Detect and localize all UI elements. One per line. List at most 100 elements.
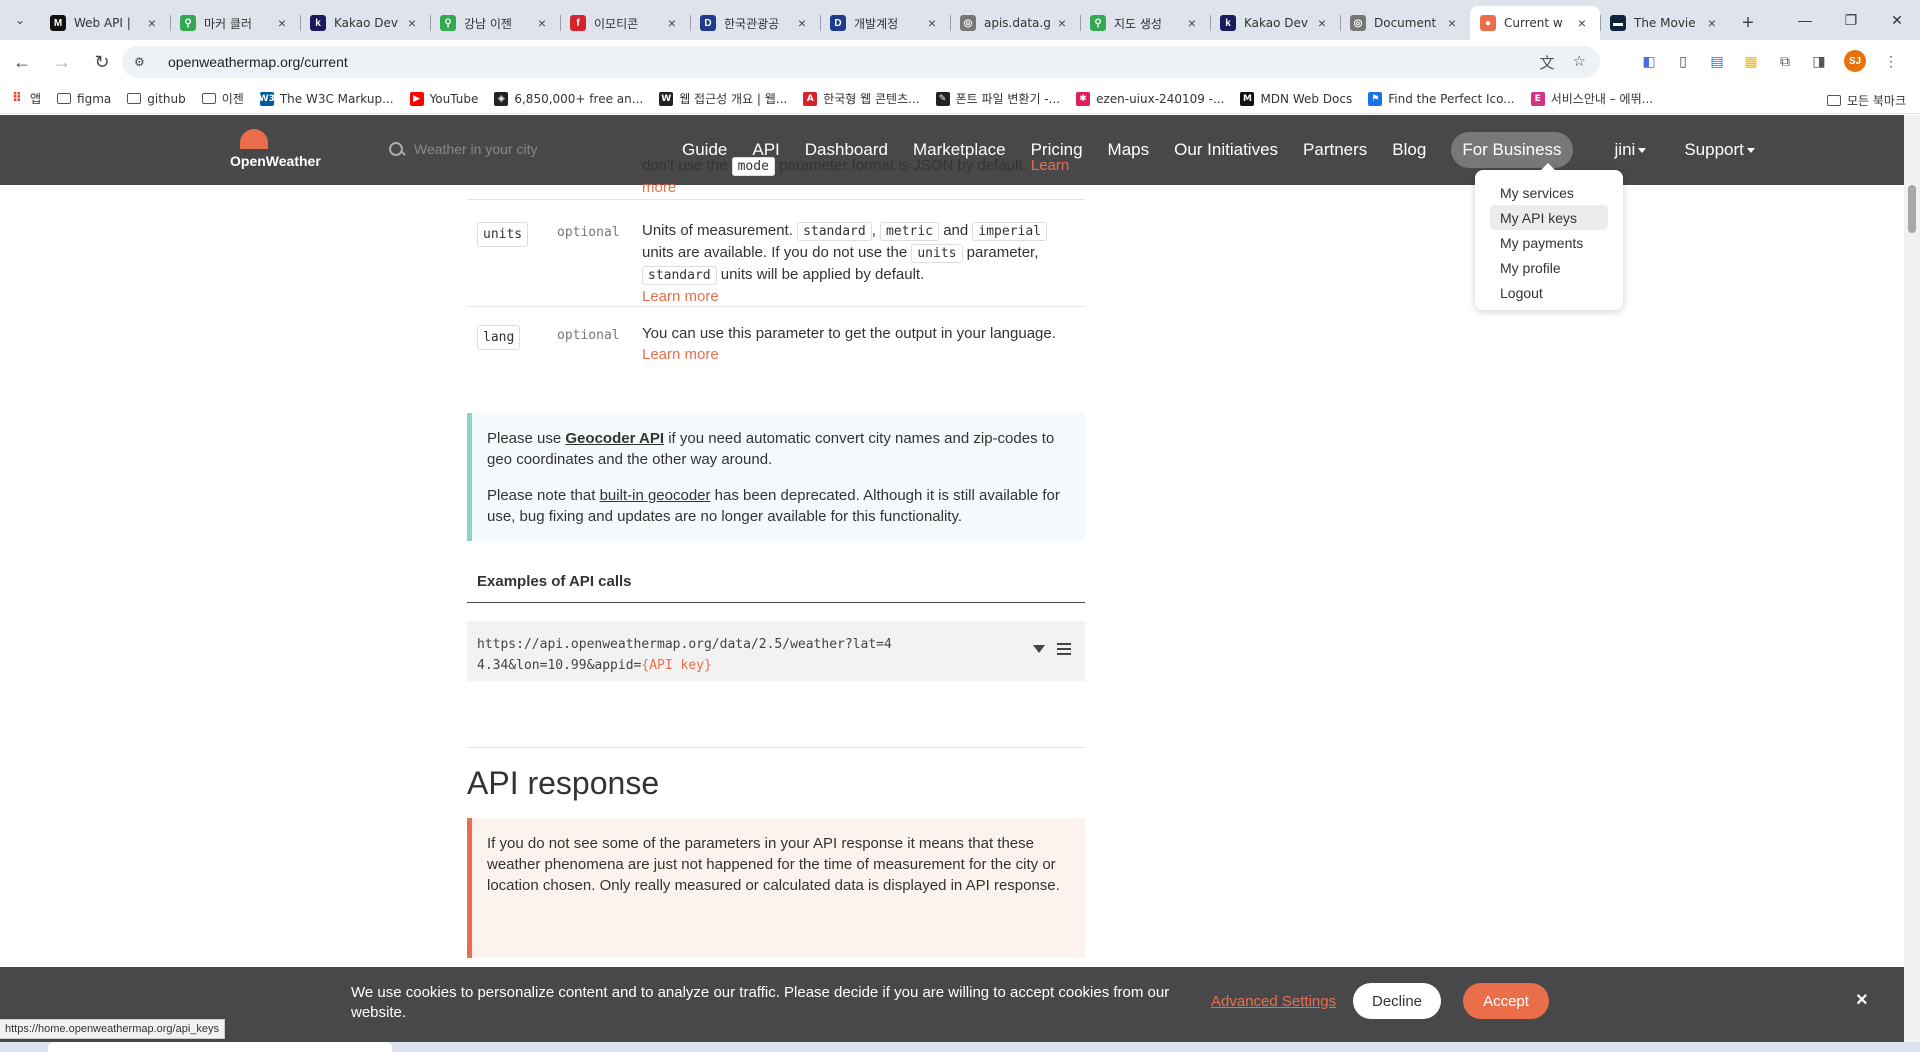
all-bookmarks[interactable]: 모든 북마크 [1826, 92, 1906, 109]
tab-title: The Movie [1634, 16, 1696, 30]
minimize-icon[interactable]: — [1782, 0, 1828, 40]
back-icon[interactable]: ← [4, 44, 40, 80]
user-menu-item[interactable]: My services [1490, 180, 1608, 205]
tab-close-icon[interactable]: × [274, 15, 290, 31]
apps-grid-icon: ⠿ [11, 91, 23, 106]
nav-item-partners[interactable]: Partners [1303, 140, 1367, 160]
code-units: units [911, 244, 963, 263]
tab-close-icon[interactable]: × [1314, 15, 1330, 31]
user-menu-toggle[interactable]: jini [1615, 140, 1647, 160]
api-response-heading: API response [467, 765, 660, 801]
browser-tab[interactable]: ▬ The Movie × [1600, 6, 1730, 40]
address-bar[interactable]: ⚙ openweathermap.org/current 文 ☆ [122, 46, 1600, 78]
scroll-thumb[interactable] [1908, 185, 1916, 233]
browser-tab[interactable]: D 개발계정 × [820, 6, 950, 40]
nav-item-our-initiatives[interactable]: Our Initiatives [1174, 140, 1278, 160]
tab-close-icon[interactable]: × [664, 15, 680, 31]
support-menu-toggle[interactable]: Support [1684, 140, 1755, 160]
param-name: lang [477, 325, 521, 350]
tab-close-icon[interactable]: × [924, 15, 940, 31]
extension-icon[interactable]: ◧ [1640, 52, 1658, 70]
openweather-logo[interactable]: OpenWeather [230, 129, 330, 173]
browser-tab[interactable]: k Kakao Dev × [300, 6, 430, 40]
desc-text: don't use the [642, 157, 728, 174]
tab-close-icon[interactable]: × [1184, 15, 1200, 31]
extension-icon[interactable]: ▤ [1708, 52, 1726, 70]
menu-icon[interactable] [1057, 643, 1071, 655]
accept-button[interactable]: Accept [1463, 983, 1549, 1019]
tab-close-icon[interactable]: × [1054, 15, 1070, 31]
bookmark-item[interactable]: ⚑ Find the Perfect Ico... [1368, 91, 1515, 106]
close-cookie-icon[interactable]: × [1856, 989, 1868, 1012]
bookmark-item[interactable]: ✎ 폰트 파일 변환기 -... [935, 90, 1060, 107]
param-row-units: units optional Units of measurement. sta… [467, 200, 1085, 307]
bookmark-item[interactable]: A 한국형 웹 콘텐츠... [803, 90, 920, 107]
bookmark-item[interactable]: 이젠 [201, 90, 244, 107]
browser-tab[interactable]: f 이모티콘 × [560, 6, 690, 40]
bookmark-item[interactable]: github [127, 92, 186, 106]
tab-close-icon[interactable]: × [1704, 15, 1720, 31]
browser-tab[interactable]: ● Current w × [1470, 6, 1600, 40]
tab-close-icon[interactable]: × [404, 15, 420, 31]
extension-icon[interactable]: ▯ [1674, 52, 1692, 70]
tab-close-icon[interactable]: × [1444, 15, 1460, 31]
browser-tab[interactable]: M Web API | × [40, 6, 170, 40]
browser-tab[interactable]: k Kakao Dev × [1210, 6, 1340, 40]
translate-icon[interactable]: 文 [1540, 52, 1555, 73]
bookmark-item[interactable]: ⠿ 앱 [10, 90, 41, 107]
bookmark-item[interactable]: figma [57, 92, 111, 106]
bookmark-item[interactable]: W 웹 접근성 개요 | 웹... [659, 90, 787, 107]
bookmark-item[interactable]: ◈ 6,850,000+ free an... [494, 91, 643, 106]
bookmark-item[interactable]: W3 The W3C Markup... [259, 91, 394, 106]
bookmark-item[interactable]: E 서비스안내 – 에뛰... [1530, 90, 1654, 107]
advanced-settings-link[interactable]: Advanced Settings [1211, 993, 1336, 1010]
browser-tab[interactable]: ◎ Document × [1340, 6, 1470, 40]
browser-tab[interactable]: ⚲ 마커 클러 × [170, 6, 300, 40]
bookmark-star-icon[interactable]: ☆ [1573, 52, 1586, 73]
page-scrollbar[interactable] [1904, 115, 1920, 1052]
decline-button[interactable]: Decline [1353, 983, 1441, 1019]
restore-icon[interactable]: ❐ [1828, 0, 1874, 40]
built-in-geocoder-link[interactable]: built-in geocoder [600, 487, 711, 504]
learn-more-link[interactable]: Learn more [642, 346, 719, 363]
bookmark-favicon-icon: ✎ [935, 91, 950, 106]
browser-menu-icon[interactable]: ⋮ [1882, 52, 1900, 70]
learn-more-link[interactable]: Learn more [642, 288, 719, 305]
extension-icon[interactable]: ▦ [1742, 52, 1760, 70]
browser-tab[interactable]: ◎ apis.data.g × [950, 6, 1080, 40]
bookmark-label: 서비스안내 – 에뛰... [1550, 92, 1654, 106]
close-window-icon[interactable]: ✕ [1874, 0, 1920, 40]
tab-close-icon[interactable]: × [144, 15, 160, 31]
user-menu-item[interactable]: My payments [1490, 230, 1608, 255]
user-menu-item[interactable]: My API keys [1490, 205, 1608, 230]
expand-icon[interactable] [1033, 645, 1045, 653]
user-menu-dropdown: My services My API keys My payments My prof… [1475, 163, 1623, 310]
bookmark-item[interactable]: ✱ ezen-uiux-240109 -... [1076, 91, 1224, 106]
tab-close-icon[interactable]: × [1574, 15, 1590, 31]
nav-item-maps[interactable]: Maps [1108, 140, 1150, 160]
tab-favicon-icon: D [700, 15, 716, 31]
user-menu-item[interactable]: Logout [1490, 280, 1608, 305]
side-panel-icon[interactable]: ◨ [1810, 52, 1828, 70]
tab-search-icon[interactable]: ⌄ [0, 0, 40, 40]
cookie-text: We use cookies to personalize content an… [351, 984, 1170, 1021]
user-menu-item[interactable]: My profile [1490, 255, 1608, 280]
tab-close-icon[interactable]: × [534, 15, 550, 31]
bookmark-item[interactable]: M MDN Web Docs [1240, 91, 1352, 106]
forward-icon[interactable]: → [44, 44, 80, 80]
desc-text: units will be applied by default. [720, 266, 925, 283]
tab-close-icon[interactable]: × [794, 15, 810, 31]
reload-icon[interactable]: ↻ [84, 44, 120, 80]
browser-tab[interactable]: ⚲ 지도 생성 × [1080, 6, 1210, 40]
new-tab-button[interactable]: + [1730, 6, 1766, 40]
geocoder-api-link[interactable]: Geocoder API [565, 430, 664, 447]
browser-tab[interactable]: D 한국관광공 × [690, 6, 820, 40]
nav-item-blog[interactable]: Blog [1392, 140, 1426, 160]
profile-avatar[interactable]: SJ [1844, 50, 1866, 72]
url-text[interactable]: openweathermap.org/current [168, 54, 348, 70]
site-info-icon[interactable]: ⚙ [134, 55, 154, 69]
bookmark-item[interactable]: ▶ YouTube [409, 91, 478, 106]
extensions-puzzle-icon[interactable]: ⧉ [1776, 52, 1794, 70]
browser-tab[interactable]: ⚲ 강남 이젠 × [430, 6, 560, 40]
taskbar-search[interactable] [48, 1042, 392, 1052]
